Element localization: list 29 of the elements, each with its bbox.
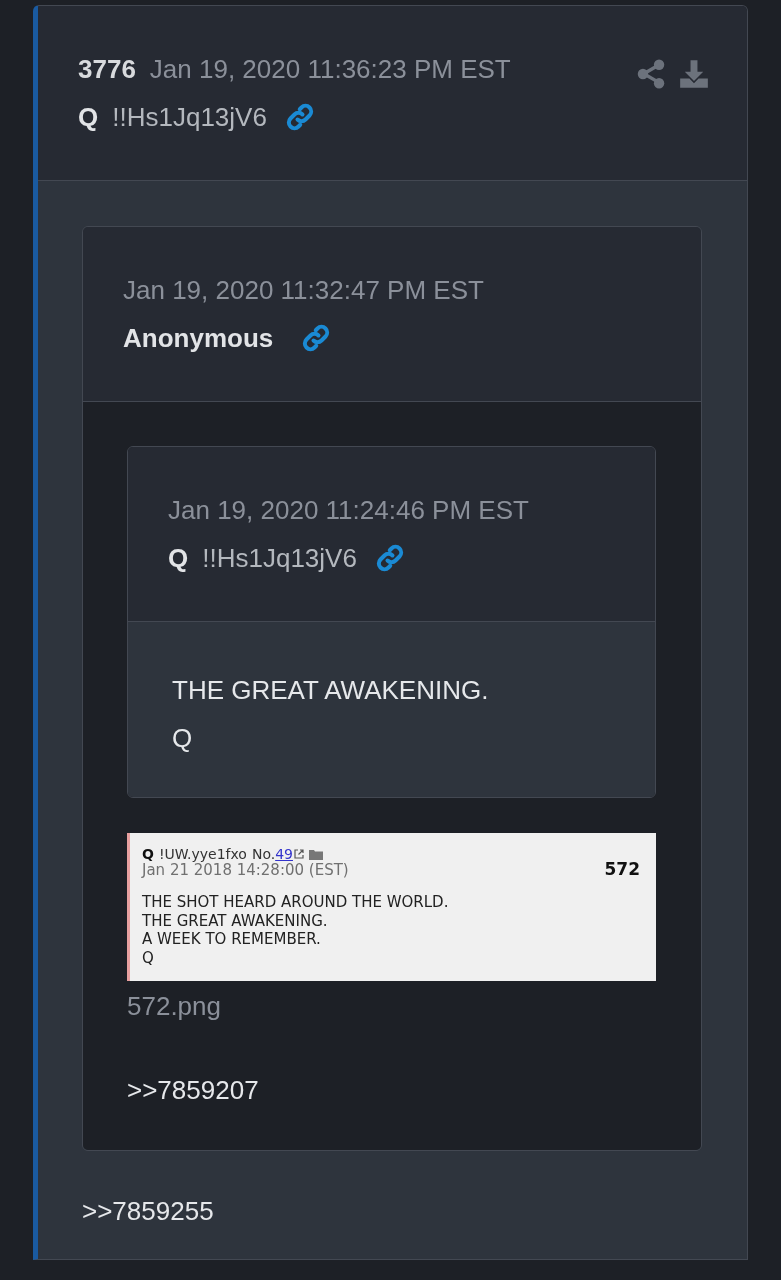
tripcode: !!Hs1Jq13jV6: [202, 542, 357, 575]
folder-icon: [309, 848, 323, 860]
share-icon[interactable]: [637, 59, 665, 89]
external-link-icon: [294, 849, 304, 859]
download-icon[interactable]: [679, 59, 709, 89]
post-link[interactable]: 49: [275, 846, 293, 862]
author-name: Anonymous: [123, 322, 274, 355]
post-text-line: Q: [142, 948, 154, 967]
author-name: Q: [78, 101, 99, 134]
post-text-line: THE GREAT AWAKENING.: [142, 911, 328, 930]
link-icon[interactable]: [284, 102, 315, 132]
tripcode: !UW.yye1fxo: [158, 846, 247, 862]
post-date: Jan 19, 2020 11:24:46 PM EST: [168, 494, 529, 527]
post-date: Jan 19, 2020 11:32:47 PM EST: [123, 274, 484, 307]
post-number-label: No.: [251, 846, 276, 862]
tripcode: !!Hs1Jq13jV6: [112, 101, 267, 134]
post-date: Jan 21 2018 14:28:00 (EST): [142, 862, 349, 879]
link-icon[interactable]: [374, 543, 405, 573]
post-text-line: Q: [172, 722, 193, 755]
author-name: Q: [168, 542, 189, 575]
post-text-line: THE GREAT AWAKENING.: [172, 674, 489, 707]
drop-number: 572: [604, 858, 640, 881]
post-text-line: THE SHOT HEARD AROUND THE WORLD.: [142, 893, 449, 912]
post-number: 3776: [78, 53, 136, 86]
link-icon[interactable]: [301, 323, 332, 353]
image-filename[interactable]: 572.png: [127, 982, 221, 1030]
post-date: Jan 19, 2020 11:36:23 PM EST: [149, 53, 511, 86]
author-name: Q: [142, 846, 154, 862]
post-text-line: A WEEK TO REMEMBER.: [142, 930, 321, 949]
